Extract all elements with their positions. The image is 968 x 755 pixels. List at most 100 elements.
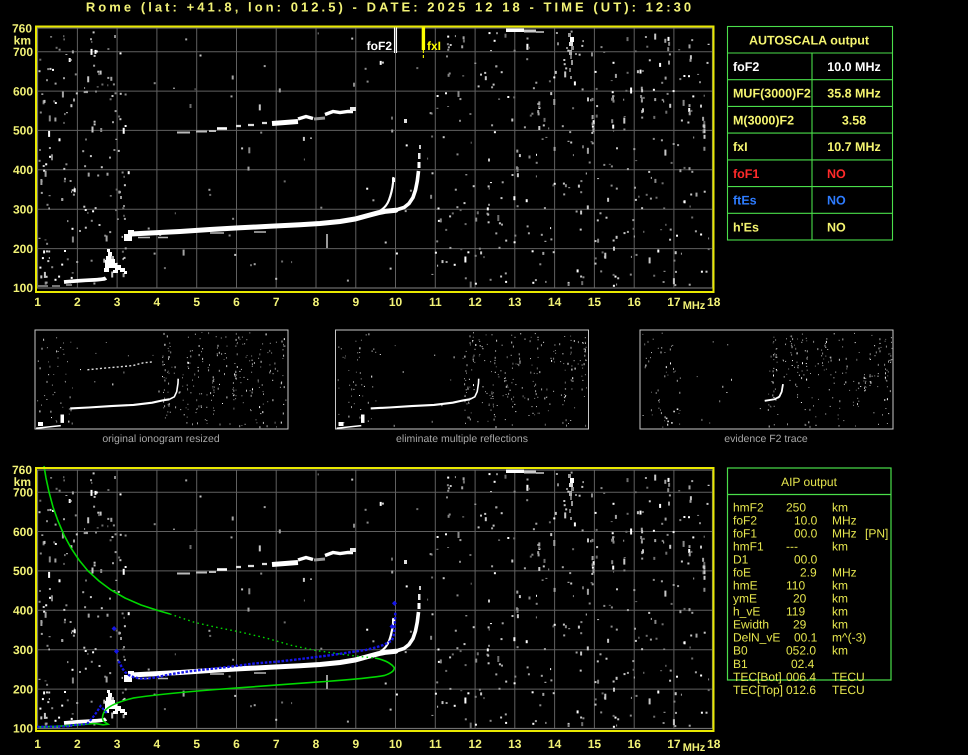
svg-text:13: 13: [508, 295, 522, 309]
svg-text:DelN_vE: DelN_vE: [733, 631, 780, 645]
svg-text:17: 17: [667, 295, 681, 309]
svg-text:B0: B0: [733, 644, 748, 658]
svg-text:ymE: ymE: [733, 592, 757, 606]
svg-text:hmF2: hmF2: [733, 500, 764, 514]
svg-text:20: 20: [793, 592, 807, 606]
svg-text:500: 500: [13, 564, 33, 578]
svg-text:foF2: foF2: [367, 39, 393, 53]
svg-text:NO: NO: [827, 167, 846, 181]
svg-text:4: 4: [154, 737, 161, 751]
svg-text:hmE: hmE: [733, 579, 758, 593]
svg-text:8: 8: [313, 295, 320, 309]
svg-text:9: 9: [352, 737, 359, 751]
svg-text:6: 6: [233, 295, 240, 309]
svg-text:3.58: 3.58: [842, 113, 866, 127]
svg-text:MHz: MHz: [832, 513, 857, 527]
svg-text:11: 11: [429, 295, 442, 309]
svg-text:700: 700: [13, 485, 33, 499]
svg-text:---: ---: [786, 539, 798, 553]
svg-text:10: 10: [389, 295, 403, 309]
svg-text:16: 16: [628, 295, 642, 309]
svg-text:3: 3: [114, 737, 121, 751]
svg-text:eliminate multiple reflections: eliminate multiple reflections: [396, 433, 528, 445]
svg-text:200: 200: [13, 242, 33, 256]
svg-text:AIP output: AIP output: [781, 475, 837, 489]
svg-text:h_vE: h_vE: [733, 605, 760, 619]
svg-text:17: 17: [667, 737, 681, 751]
svg-text:MHz: MHz: [832, 526, 857, 540]
svg-text:TEC[Bot]: TEC[Bot]: [733, 670, 782, 684]
svg-text:MUF(3000)F2: MUF(3000)F2: [733, 87, 811, 101]
svg-text:fxI: fxI: [733, 140, 748, 154]
svg-text:NO: NO: [827, 194, 846, 208]
svg-text:km: km: [832, 579, 848, 593]
svg-text:B1: B1: [733, 657, 748, 671]
svg-text:MHz: MHz: [683, 300, 706, 312]
svg-text:foF1: foF1: [733, 526, 757, 540]
svg-text:8: 8: [313, 737, 320, 751]
svg-text:200: 200: [13, 682, 33, 696]
svg-text:100: 100: [13, 722, 33, 736]
svg-text:15: 15: [588, 737, 602, 751]
svg-text:600: 600: [13, 525, 33, 539]
svg-text:km: km: [832, 618, 848, 632]
svg-text:400: 400: [13, 163, 33, 177]
svg-text:AUTOSCALA output: AUTOSCALA output: [749, 34, 870, 48]
svg-text:300: 300: [13, 202, 33, 216]
svg-text:km: km: [832, 605, 848, 619]
svg-text:14: 14: [548, 295, 562, 309]
svg-text:14: 14: [548, 737, 562, 751]
svg-text:MHz: MHz: [683, 742, 706, 754]
svg-text:10: 10: [389, 737, 403, 751]
svg-text:Rome (lat: +41.8, lon: 012.5): Rome (lat: +41.8, lon: 012.5) - DATE: 20…: [86, 0, 694, 15]
svg-text:00.0: 00.0: [794, 526, 818, 540]
svg-text:119: 119: [786, 605, 805, 619]
svg-text:km: km: [832, 539, 848, 553]
svg-text:6: 6: [233, 737, 240, 751]
svg-text:600: 600: [13, 84, 33, 98]
svg-text:00.0: 00.0: [794, 553, 818, 567]
svg-text:km: km: [832, 500, 848, 514]
svg-text:3: 3: [114, 295, 121, 309]
svg-text:10.0: 10.0: [794, 513, 818, 527]
svg-text:TECU: TECU: [832, 683, 865, 697]
svg-text:012.6: 012.6: [786, 683, 816, 697]
svg-text:m^(-3): m^(-3): [832, 631, 866, 645]
svg-text:4: 4: [154, 295, 161, 309]
svg-text:10.0 MHz: 10.0 MHz: [827, 60, 881, 74]
svg-text:5: 5: [193, 295, 200, 309]
svg-text:7: 7: [273, 295, 280, 309]
svg-text:foF2: foF2: [733, 60, 759, 74]
svg-text:fxI: fxI: [427, 39, 441, 53]
svg-text:16: 16: [628, 737, 642, 751]
svg-text:7: 7: [273, 737, 280, 751]
svg-text:35.8 MHz: 35.8 MHz: [827, 87, 881, 101]
svg-text:9: 9: [352, 295, 359, 309]
svg-text:700: 700: [13, 45, 33, 59]
svg-text:km: km: [832, 592, 848, 606]
svg-text:13: 13: [508, 737, 522, 751]
svg-text:TEC[Top]: TEC[Top]: [733, 683, 783, 697]
svg-text:400: 400: [13, 604, 33, 618]
svg-text:250: 250: [786, 500, 806, 514]
svg-text:D1: D1: [733, 553, 749, 567]
svg-text:006.4: 006.4: [786, 670, 816, 684]
svg-text:02.4: 02.4: [791, 657, 815, 671]
svg-text:foF2: foF2: [733, 513, 757, 527]
svg-text:1: 1: [34, 737, 41, 751]
svg-text:12: 12: [468, 737, 482, 751]
svg-text:18: 18: [707, 295, 721, 309]
svg-text:[PN]: [PN]: [865, 526, 888, 540]
svg-text:foF1: foF1: [733, 167, 759, 181]
svg-text:NO: NO: [827, 220, 846, 234]
svg-text:hmF1: hmF1: [733, 539, 764, 553]
svg-text:2.9: 2.9: [800, 566, 817, 580]
svg-text:300: 300: [13, 643, 33, 657]
svg-text:km: km: [832, 644, 848, 658]
svg-text:2: 2: [74, 295, 81, 309]
svg-text:100: 100: [13, 281, 33, 295]
svg-text:18: 18: [707, 737, 721, 751]
svg-text:5: 5: [193, 737, 200, 751]
svg-text:10.7 MHz: 10.7 MHz: [827, 140, 881, 154]
svg-text:ftEs: ftEs: [733, 194, 757, 208]
